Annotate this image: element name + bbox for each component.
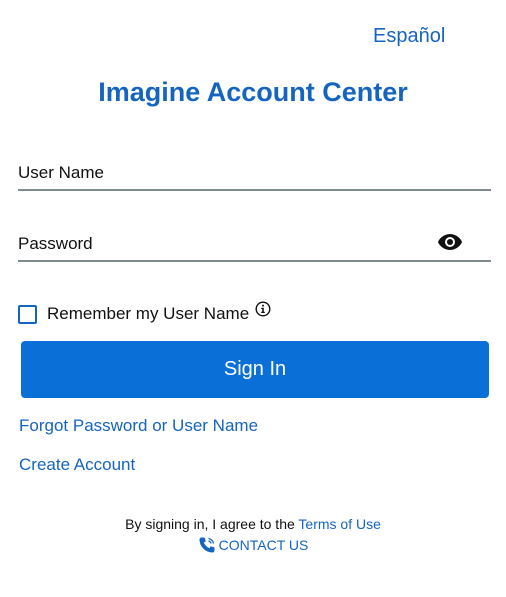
password-field[interactable]: Password (18, 231, 491, 262)
eye-icon[interactable] (437, 233, 463, 251)
remember-checkbox[interactable] (18, 304, 37, 324)
forgot-password-link[interactable]: Forgot Password or User Name (19, 416, 258, 436)
create-account-link[interactable]: Create Account (19, 455, 135, 475)
username-field[interactable]: User Name (18, 160, 491, 191)
contact-row: CONTACT US (0, 536, 506, 558)
language-link[interactable]: Español (373, 24, 445, 48)
sign-in-button[interactable]: Sign In (21, 341, 489, 398)
remember-label[interactable]: Remember my User Name (47, 304, 249, 324)
username-input[interactable] (18, 160, 491, 189)
page-title: Imagine Account Center (98, 77, 408, 107)
contact-us-link[interactable]: CONTACT US (198, 536, 309, 554)
remember-row: Remember my User Name (18, 301, 271, 326)
terms-agreement: By signing in, I agree to the Terms of U… (0, 515, 506, 533)
phone-icon (199, 537, 215, 553)
contact-us-label: CONTACT US (218, 537, 309, 553)
agree-text: By signing in, I agree to the (125, 516, 295, 532)
terms-of-use-link[interactable]: Terms of Use (298, 516, 380, 532)
info-icon[interactable] (255, 301, 271, 317)
password-input[interactable] (18, 231, 491, 260)
